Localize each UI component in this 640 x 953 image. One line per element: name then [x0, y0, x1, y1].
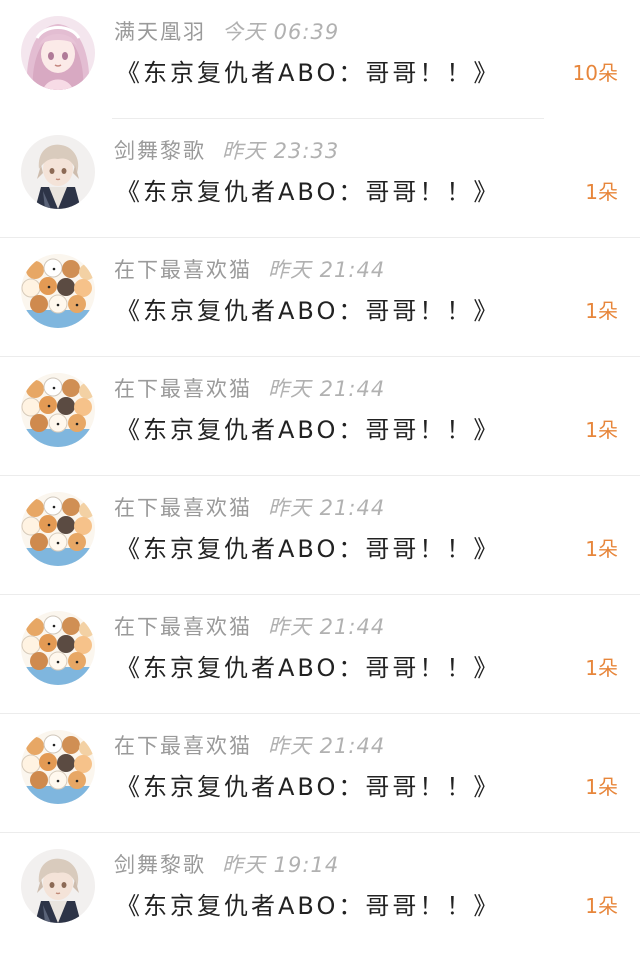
send-time: 昨天 21:44 [268, 496, 386, 520]
flower-count: 10朵 [572, 61, 618, 85]
list-item[interactable]: 剑舞黎歌 昨天 19:14 《东京复仇者ABO：哥哥！！》 1朵 [0, 833, 640, 952]
cats-pile-avatar-icon [21, 373, 95, 447]
send-time: 昨天 23:33 [222, 139, 340, 163]
anime-girl-pink-avatar-icon [21, 16, 95, 90]
sender-name[interactable]: 在下最喜欢猫 [114, 377, 252, 401]
flower-count: 1朵 [585, 775, 618, 799]
flower-count: 1朵 [585, 299, 618, 323]
send-time: 昨天 19:14 [222, 853, 340, 877]
send-time: 昨天 21:44 [268, 258, 386, 282]
avatar[interactable] [21, 135, 95, 209]
send-time: 昨天 21:44 [268, 377, 386, 401]
sender-name[interactable]: 剑舞黎歌 [114, 853, 206, 877]
sender-name[interactable]: 在下最喜欢猫 [114, 615, 252, 639]
book-title: 《东京复仇者ABO：哥哥！！》 [116, 892, 501, 920]
flower-count: 1朵 [585, 537, 618, 561]
sender-meta: 满天凰羽 今天 06:39 [114, 18, 339, 46]
avatar[interactable] [21, 373, 95, 447]
cats-pile-avatar-icon [21, 730, 95, 804]
book-title: 《东京复仇者ABO：哥哥！！》 [116, 773, 501, 801]
flower-count: 1朵 [585, 894, 618, 918]
list-item[interactable]: 满天凰羽 今天 06:39 《东京复仇者ABO：哥哥！！》 10朵 [0, 0, 640, 119]
sender-name[interactable]: 满天凰羽 [114, 20, 206, 44]
sender-meta: 在下最喜欢猫 昨天 21:44 [114, 256, 385, 284]
send-time: 今天 06:39 [222, 20, 340, 44]
sender-name[interactable]: 在下最喜欢猫 [114, 734, 252, 758]
sender-name[interactable]: 剑舞黎歌 [114, 139, 206, 163]
sender-meta: 在下最喜欢猫 昨天 21:44 [114, 732, 385, 760]
cats-pile-avatar-icon [21, 492, 95, 566]
sender-meta: 在下最喜欢猫 昨天 21:44 [114, 613, 385, 641]
sender-meta: 在下最喜欢猫 昨天 21:44 [114, 375, 385, 403]
book-title: 《东京复仇者ABO：哥哥！！》 [116, 297, 501, 325]
list-item[interactable]: 剑舞黎歌 昨天 23:33 《东京复仇者ABO：哥哥！！》 1朵 [0, 119, 640, 238]
avatar[interactable] [21, 730, 95, 804]
avatar[interactable] [21, 16, 95, 90]
list-item[interactable]: 在下最喜欢猫 昨天 21:44 《东京复仇者ABO：哥哥！！》 1朵 [0, 476, 640, 595]
sender-meta: 剑舞黎歌 昨天 23:33 [114, 137, 339, 165]
flower-count: 1朵 [585, 180, 618, 204]
anime-boy-avatar-icon [21, 849, 95, 923]
flower-count: 1朵 [585, 418, 618, 442]
sender-name[interactable]: 在下最喜欢猫 [114, 258, 252, 282]
list-item[interactable]: 在下最喜欢猫 昨天 21:44 《东京复仇者ABO：哥哥！！》 1朵 [0, 714, 640, 833]
avatar[interactable] [21, 492, 95, 566]
list-item[interactable]: 在下最喜欢猫 昨天 21:44 《东京复仇者ABO：哥哥！！》 1朵 [0, 595, 640, 714]
send-time: 昨天 21:44 [268, 734, 386, 758]
send-time: 昨天 21:44 [268, 615, 386, 639]
flower-count: 1朵 [585, 656, 618, 680]
gift-record-list: 满天凰羽 今天 06:39 《东京复仇者ABO：哥哥！！》 10朵 剑舞黎歌昨天… [0, 0, 640, 953]
book-title: 《东京复仇者ABO：哥哥！！》 [116, 654, 501, 682]
avatar[interactable] [21, 254, 95, 328]
book-title: 《东京复仇者ABO：哥哥！！》 [116, 59, 501, 87]
book-title: 《东京复仇者ABO：哥哥！！》 [116, 416, 501, 444]
anime-boy-avatar-icon [21, 135, 95, 209]
sender-meta: 剑舞黎歌 昨天 19:14 [114, 851, 339, 879]
list-item[interactable]: 在下最喜欢猫 昨天 21:44 《东京复仇者ABO：哥哥！！》 1朵 [0, 357, 640, 476]
book-title: 《东京复仇者ABO：哥哥！！》 [116, 535, 501, 563]
cats-pile-avatar-icon [21, 611, 95, 685]
sender-name[interactable]: 在下最喜欢猫 [114, 496, 252, 520]
avatar[interactable] [21, 849, 95, 923]
list-item[interactable]: 在下最喜欢猫 昨天 21:44 《东京复仇者ABO：哥哥！！》 1朵 [0, 238, 640, 357]
book-title: 《东京复仇者ABO：哥哥！！》 [116, 178, 501, 206]
sender-meta: 在下最喜欢猫 昨天 21:44 [114, 494, 385, 522]
cats-pile-avatar-icon [21, 254, 95, 328]
avatar[interactable] [21, 611, 95, 685]
